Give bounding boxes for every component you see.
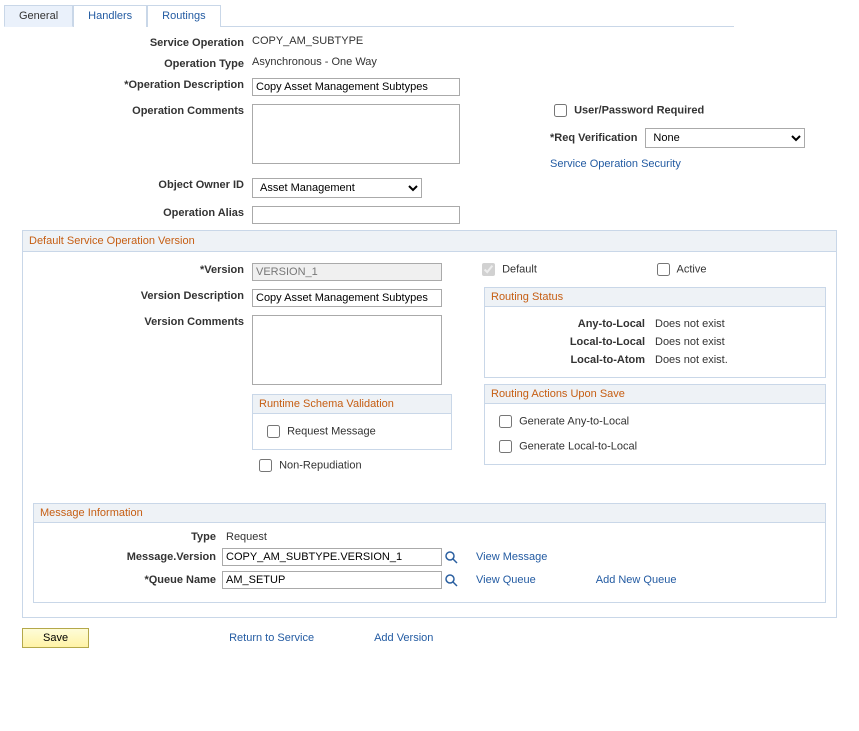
type-label: Type [44, 531, 222, 543]
runtime-schema-section: Runtime Schema Validation Request Messag… [252, 394, 452, 450]
version-section-title: Default Service Operation Version [23, 231, 836, 252]
non-repudiation-label: Non-Repudiation [279, 459, 362, 471]
operation-type-label: Operation Type [4, 54, 252, 70]
message-info-title: Message Information [34, 504, 825, 523]
user-password-required-checkbox[interactable] [554, 104, 567, 117]
active-checkbox[interactable] [657, 263, 670, 276]
default-checkbox [482, 263, 495, 276]
message-version-label: Message.Version [44, 551, 222, 563]
lookup-icon[interactable] [444, 550, 458, 564]
version-comments-label: Version Comments [27, 312, 252, 328]
object-owner-id-label: Object Owner ID [4, 175, 252, 191]
routing-status-section: Routing Status Any-to-Local Does not exi… [484, 287, 826, 378]
view-queue-link[interactable]: View Queue [476, 574, 536, 586]
user-password-required-label: User/Password Required [574, 104, 704, 116]
operation-alias-label: Operation Alias [4, 203, 252, 219]
generate-local-to-local-label: Generate Local-to-Local [519, 440, 637, 452]
any-to-local-value: Does not exist [655, 318, 725, 330]
queue-name-input[interactable] [222, 571, 442, 589]
version-section: Default Service Operation Version *Versi… [22, 230, 837, 618]
message-info-section: Message Information Type Request Message… [33, 503, 826, 603]
tab-routings[interactable]: Routings [147, 5, 220, 27]
generate-any-to-local-checkbox[interactable] [499, 415, 512, 428]
lookup-icon[interactable] [444, 573, 458, 587]
runtime-schema-title: Runtime Schema Validation [253, 395, 451, 414]
return-to-service-link[interactable]: Return to Service [229, 632, 314, 644]
version-label: *Version [27, 260, 252, 276]
req-verification-select[interactable]: None [645, 128, 805, 148]
local-to-atom-label: Local-to-Atom [495, 354, 655, 366]
save-button[interactable]: Save [22, 628, 89, 648]
tab-bar: General Handlers Routings [4, 4, 734, 27]
request-message-label: Request Message [287, 425, 376, 437]
version-description-input[interactable] [252, 289, 442, 307]
tab-general[interactable]: General [4, 5, 73, 27]
version-input [252, 263, 442, 281]
routing-actions-section: Routing Actions Upon Save Generate Any-t… [484, 384, 826, 465]
routing-status-title: Routing Status [485, 288, 825, 307]
view-message-link[interactable]: View Message [476, 551, 547, 563]
object-owner-id-select[interactable]: Asset Management [252, 178, 422, 198]
operation-type-value: Asynchronous - One Way [252, 54, 377, 70]
operation-description-label: *Operation Description [4, 75, 252, 91]
local-to-local-label: Local-to-Local [495, 336, 655, 348]
type-value: Request [222, 531, 267, 543]
service-operation-label: Service Operation [4, 33, 252, 49]
req-verification-label: *Req Verification [550, 132, 637, 144]
version-description-label: Version Description [27, 286, 252, 302]
non-repudiation-checkbox[interactable] [259, 459, 272, 472]
operation-comments-label: Operation Comments [4, 101, 252, 117]
operation-description-input[interactable] [252, 78, 460, 96]
tab-handlers[interactable]: Handlers [73, 5, 147, 27]
local-to-atom-value: Does not exist. [655, 354, 728, 366]
service-operation-value: COPY_AM_SUBTYPE [252, 33, 363, 49]
add-new-queue-link[interactable]: Add New Queue [596, 574, 677, 586]
generate-any-to-local-label: Generate Any-to-Local [519, 415, 629, 427]
local-to-local-value: Does not exist [655, 336, 725, 348]
active-label: Active [677, 263, 707, 275]
default-label: Default [502, 263, 537, 275]
operation-alias-input[interactable] [252, 206, 460, 224]
generate-local-to-local-checkbox[interactable] [499, 440, 512, 453]
operation-comments-textarea[interactable] [252, 104, 460, 164]
service-operation-security-link[interactable]: Service Operation Security [550, 158, 681, 170]
routing-actions-title: Routing Actions Upon Save [485, 385, 825, 404]
any-to-local-label: Any-to-Local [495, 318, 655, 330]
version-comments-textarea[interactable] [252, 315, 442, 385]
message-version-input[interactable] [222, 548, 442, 566]
add-version-link[interactable]: Add Version [374, 632, 433, 644]
queue-name-label: *Queue Name [44, 574, 222, 586]
request-message-checkbox[interactable] [267, 425, 280, 438]
